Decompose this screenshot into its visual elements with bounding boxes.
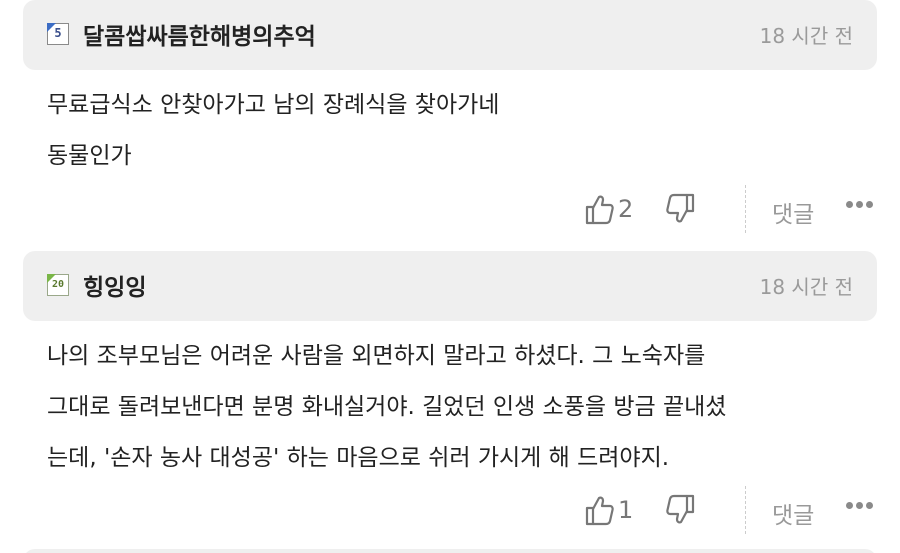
like-button[interactable]: 1: [584, 492, 633, 528]
comment-actions: 2 댓글: [0, 185, 900, 233]
comment-line: 무료급식소 안찾아가고 남의 장례식을 찾아가네: [47, 92, 500, 118]
dot: [846, 502, 853, 509]
like-count: 1: [618, 496, 634, 524]
like-button[interactable]: 2: [584, 191, 633, 227]
nickname[interactable]: 달콤쌉싸름한해병의추억: [83, 17, 316, 51]
dislike-button[interactable]: [666, 191, 696, 227]
reply-button[interactable]: 댓글: [772, 195, 814, 229]
comment-line: 는데, '손자 농사 대성공' 하는 마음으로 쉬러 가시게 해 드려야지.: [47, 445, 670, 471]
timestamp: 18 시간 전: [759, 24, 853, 48]
comment-item: 5 달콤쌉싸름한해병의추억 18 시간 전 무료급식소 안찾아가고 남의 장례식…: [0, 0, 900, 240]
dot: [866, 502, 873, 509]
comment-header: 20 힝잉잉 18 시간 전: [23, 251, 877, 321]
comment-header: 5 달콤쌉싸름한해병의추억 18 시간 전: [23, 0, 877, 70]
comment-line: 나의 조부모님은 어려운 사람을 외면하지 말라고 하셨다. 그 노숙자를: [47, 343, 706, 369]
thumbs-up-icon: [585, 195, 614, 225]
thumbs-down-icon: [666, 494, 695, 524]
level-badge: 5: [46, 22, 69, 45]
reply-button[interactable]: 댓글: [772, 496, 814, 530]
more-dots-icon[interactable]: [846, 201, 873, 208]
divider: [745, 185, 746, 233]
comment-body: 무료급식소 안찾아가고 남의 장례식을 찾아가네 동물인가: [47, 80, 867, 182]
comment-line: 동물인가: [47, 143, 132, 169]
nickname[interactable]: 힝잉잉: [83, 268, 146, 302]
dislike-button[interactable]: [666, 492, 696, 528]
comment-actions: 1 댓글: [0, 486, 900, 534]
divider: [745, 486, 746, 534]
comment-body: 나의 조부모님은 어려운 사람을 외면하지 말라고 하셨다. 그 노숙자를 그대…: [47, 331, 867, 484]
comment-list: 5 달콤쌉싸름한해병의추억 18 시간 전 무료급식소 안찾아가고 남의 장례식…: [0, 0, 900, 553]
dot: [866, 201, 873, 208]
timestamp: 18 시간 전: [759, 275, 853, 299]
dot: [846, 201, 853, 208]
more-dots-icon[interactable]: [846, 502, 873, 509]
dot: [856, 201, 863, 208]
comment-item: 20 힝잉잉 18 시간 전 나의 조부모님은 어려운 사람을 외면하지 말라고…: [0, 251, 900, 551]
comment-line: 그대로 돌려보낸다면 분명 화내실거야. 길었던 인생 소풍을 방금 끝내셨: [47, 394, 727, 420]
level-badge: 20: [46, 273, 69, 296]
like-count: 2: [618, 195, 634, 223]
thumbs-down-icon: [666, 193, 695, 223]
dot: [856, 502, 863, 509]
next-comment-header: [23, 549, 877, 553]
thumbs-up-icon: [585, 496, 614, 526]
